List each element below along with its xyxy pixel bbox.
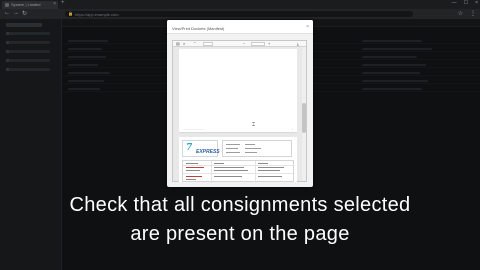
bookmark-star-icon[interactable]: ☆ [458,10,463,17]
table-cell [362,48,432,50]
docket-text [186,163,198,164]
window-controls: — ☐ × [452,0,478,6]
sidebar-item[interactable] [6,41,50,44]
table-cell [68,72,110,74]
docket-table-rule [255,161,256,183]
maximize-icon[interactable]: ☐ [464,0,468,6]
browser-menu-icon[interactable]: ⋮ [470,10,476,17]
logo-text: EXPRESS [196,149,220,155]
sidebar-item[interactable] [6,32,50,35]
sidebar-toggle-icon[interactable]: ▤ [176,41,180,46]
new-tab-button[interactable]: + [61,0,65,6]
info-line [226,148,238,149]
browser-toolbar: ← → ↻ 🔒 https://app.example.com ☆ ⋮ [0,9,480,19]
docket-text [186,170,200,171]
docket-table [182,160,295,183]
info-line [245,152,257,153]
table-cell [362,88,422,90]
docket-text [186,167,204,168]
docket-text [186,179,196,180]
zoom-in-icon[interactable]: + [268,41,270,46]
table-cell [68,80,104,82]
docket-text [258,176,282,177]
docket-table-rule [183,165,295,166]
table-cell [362,64,426,66]
back-icon[interactable]: ← [4,10,10,16]
modal-title: View/Print Dockets (Manifest) [172,26,225,31]
modal-close-icon[interactable]: × [306,24,309,30]
sidebar-item[interactable] [6,50,50,53]
page-footer-text: ------------------------------- [183,129,204,131]
app-logo [6,23,42,27]
browser-tab[interactable]: System | Limited × [2,1,58,9]
zoom-select[interactable] [251,42,265,46]
close-window-icon[interactable]: × [475,0,478,6]
favicon-icon [5,3,9,7]
table-cell [362,40,422,42]
docket-table-rule [211,161,212,183]
pdf-page-1: ------------------------------- 1 ⌶ [179,49,297,133]
forward-icon[interactable]: → [13,10,19,16]
info-line [245,148,261,149]
table-cell [362,56,417,58]
table-cell [362,80,428,82]
info-line [226,144,240,145]
table-cell [362,72,420,74]
minimize-icon[interactable]: — [452,0,457,6]
docket-text [258,163,268,164]
lock-icon: 🔒 [68,11,73,16]
download-icon[interactable]: ⤓ [297,41,299,46]
info-line [226,152,240,153]
company-logo: 7 EXPRESS [182,140,220,157]
pdf-page-2: 7 EXPRESS [179,137,297,183]
table-cell [68,56,106,58]
tab-close-icon[interactable]: × [53,1,56,7]
mouse-cursor-icon: ⌶ [252,122,256,128]
search-icon[interactable]: ⌕ [183,41,185,46]
toolbar-icons: ☆ ⋮ [458,10,476,17]
docket-text [214,167,244,168]
table-cell [68,48,102,50]
tab-title: System | Limited [11,2,41,7]
docket-text [258,167,284,168]
sidebar-item[interactable] [6,59,50,62]
caption-line-2: are present on the page [130,223,350,245]
table-cell [68,64,98,66]
pdf-toolbar: ▤ ⌕ ⌃ − + ⤓ [173,41,306,47]
docket-text [258,170,280,171]
zoom-out-icon[interactable]: − [243,41,245,46]
page-footer-number: 1 [291,129,293,131]
docket-text [214,170,248,171]
sidebar-item[interactable] [6,68,50,71]
docket-text [214,163,224,164]
docket-text [186,176,202,177]
info-line [245,144,255,145]
docket-info-box [222,140,292,157]
pdf-viewer[interactable]: ▤ ⌕ ⌃ − + ⤓ ----------------------------… [172,40,307,183]
table-cell [68,88,100,90]
browser-tab-bar: System | Limited × + — ☐ × [0,0,480,9]
modal-header: View/Print Dockets (Manifest) × [167,20,313,34]
caption-line-1: Check that all consignments selected [69,194,411,216]
table-cell [68,40,108,42]
docket-text [214,176,242,177]
reload-icon[interactable]: ↻ [22,10,27,17]
docket-table-rule [183,173,295,174]
prev-page-icon[interactable]: ⌃ [193,41,196,46]
page-number-input[interactable] [203,42,213,46]
dockets-modal: View/Print Dockets (Manifest) × ▤ ⌕ ⌃ − … [167,20,313,187]
pdf-scrollbar-thumb[interactable] [302,103,306,133]
address-bar[interactable]: 🔒 https://app.example.com [65,11,413,17]
address-url[interactable]: https://app.example.com [75,12,119,17]
logo-mark: 7 [186,143,193,153]
